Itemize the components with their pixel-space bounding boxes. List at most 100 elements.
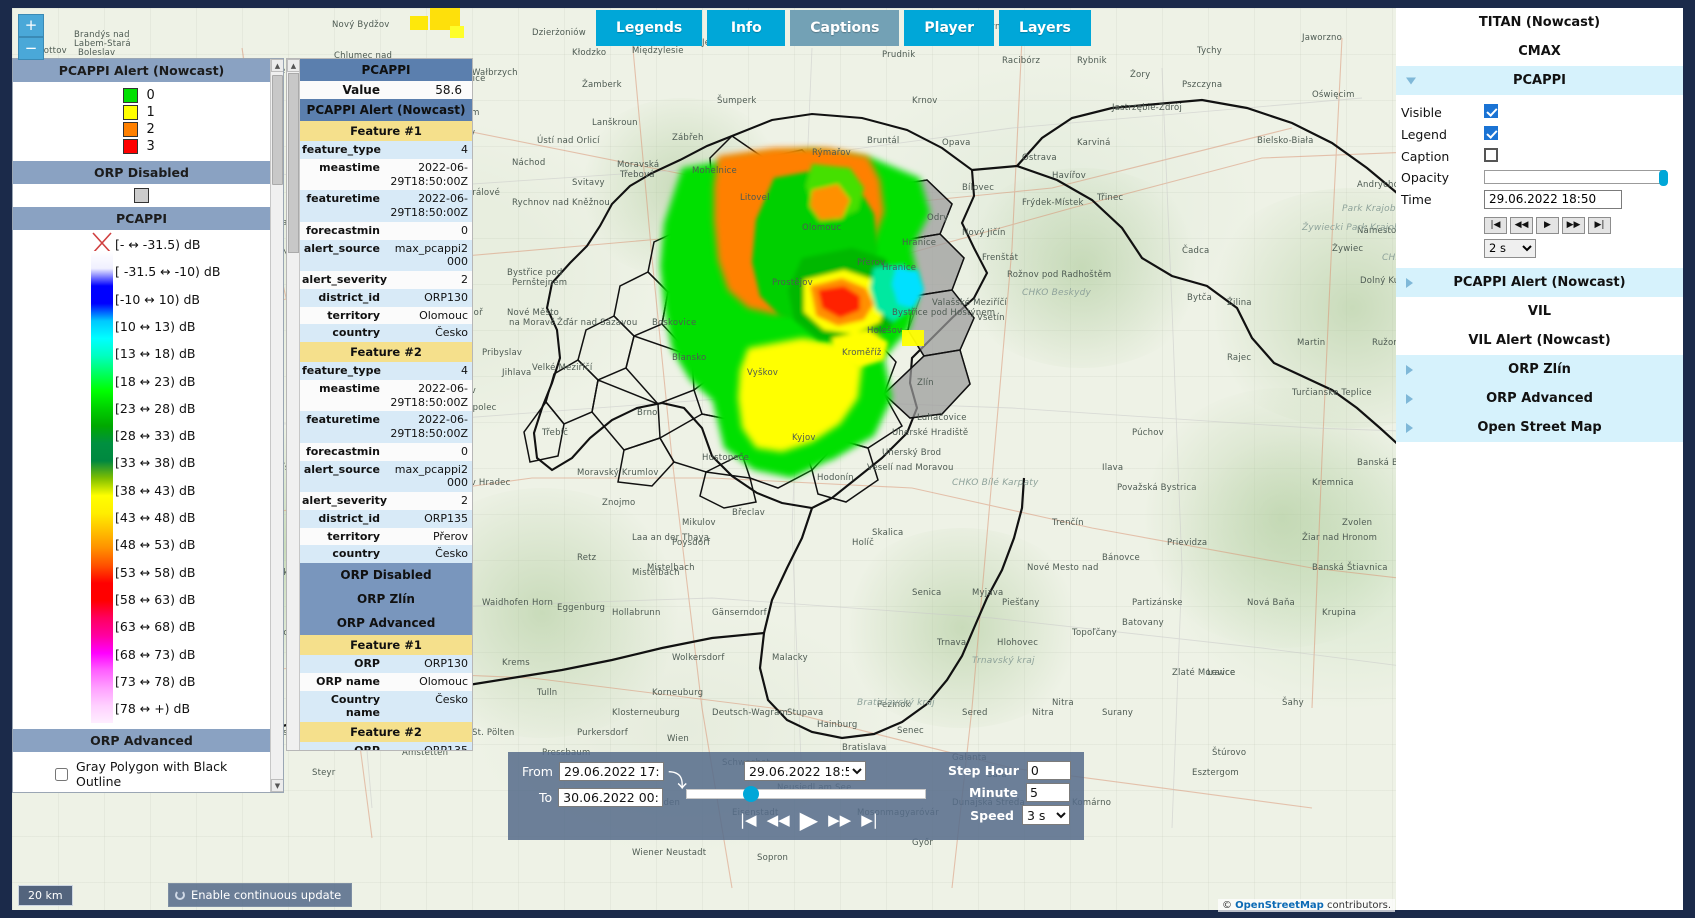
layer-item-cmax[interactable]: CMAX	[1396, 37, 1683, 66]
scrollbar-thumb[interactable]	[272, 75, 283, 185]
step-hour-input[interactable]	[1026, 761, 1071, 780]
caption-value: 4	[461, 143, 468, 156]
player-rewind-button[interactable]: ◀◀	[767, 812, 790, 828]
step-hour-group[interactable]: Step Hour	[948, 761, 1071, 780]
nav-button-layers[interactable]: Layers	[999, 10, 1091, 46]
player-bar[interactable]: From To ⤵ 29.06.2022 18:50 |◀◀◀▶▶▶▶| Ste…	[508, 752, 1084, 840]
chevron-right-icon[interactable]	[1406, 364, 1413, 375]
layer-transport-buttons[interactable]: |◀ ◀◀ ▶ ▶▶ ▶|	[1484, 214, 1677, 234]
openstreetmap-link[interactable]: OpenStreetMap	[1235, 900, 1324, 911]
layer-transport-first-button[interactable]: |◀	[1484, 216, 1507, 234]
layer-item-pcappi-alert-nowcast[interactable]: PCAPPI Alert (Nowcast)	[1396, 268, 1683, 297]
captions-panel[interactable]: ▲ PCAPPI Value 58.6 PCAPPI Alert (Nowcast) F…	[286, 58, 473, 751]
caption-checkbox[interactable]	[1484, 147, 1498, 162]
caption-value: Česko	[435, 547, 468, 561]
alert-swatch	[122, 88, 138, 103]
layers-panel[interactable]: TITAN (Nowcast) CMAX PCAPPI Visible Legend…	[1396, 8, 1683, 910]
legend-checkbox[interactable]	[1484, 125, 1498, 140]
captions-scrollbar[interactable]: ▲	[287, 59, 300, 750]
current-time-select[interactable]: 29.06.2022 18:50	[744, 761, 866, 781]
chevron-right-icon[interactable]	[1406, 277, 1413, 288]
caption-key: country	[332, 326, 380, 340]
legend-swatch-row: 0	[13, 87, 270, 104]
visible-label: Visible	[1401, 104, 1442, 120]
layer-time-input[interactable]	[1484, 189, 1622, 209]
time-slider[interactable]	[686, 786, 926, 802]
enable-continuous-update-button[interactable]: Enable continuous update	[168, 883, 353, 907]
legend-row[interactable]: Legend	[1396, 123, 1683, 145]
map-zoom-control[interactable]: + −	[18, 14, 44, 60]
visible-row[interactable]: Visible	[1396, 101, 1683, 123]
layer-item-open-street-map[interactable]: Open Street Map	[1396, 413, 1683, 442]
speed-group[interactable]: Speed 1 s2 s3 s5 s	[948, 805, 1070, 825]
player-speed-select[interactable]: 1 s2 s3 s5 s	[1022, 805, 1070, 825]
alert-swatch	[122, 122, 138, 137]
layer-transport-play-button[interactable]: ▶	[1536, 216, 1559, 234]
zoom-in-button[interactable]: +	[18, 14, 44, 37]
player-transport-buttons[interactable]: |◀ ◀◀ ▶ ▶▶ ▶|	[740, 808, 878, 832]
layer-item-titan-nowcast[interactable]: TITAN (Nowcast)	[1396, 8, 1683, 37]
captions-scrollbar-thumb[interactable]	[288, 73, 299, 253]
player-play-button[interactable]: ▶	[800, 808, 818, 832]
layer-transport-last-button[interactable]: ▶|	[1588, 216, 1611, 234]
opacity-row[interactable]: Opacity	[1396, 167, 1683, 187]
orp-advanced-checkbox-list[interactable]: Gray Polygon with Black Outline Gray Poly…	[13, 752, 270, 792]
nav-button-captions[interactable]: Captions	[790, 10, 900, 46]
captions-scroll-up-icon[interactable]: ▲	[287, 59, 300, 72]
top-navigation[interactable]: Legends Info Captions Player Layers	[596, 10, 1091, 46]
to-input[interactable]	[558, 788, 664, 807]
layer-speed-select[interactable]: 1 s2 s3 s5 s	[1484, 238, 1536, 258]
caption-value: 2022-06-29T18:50:00Z	[390, 192, 468, 219]
orp-advanced-checkbox-row[interactable]: Gray Polygon with Black Outline	[13, 791, 270, 792]
visible-checkbox[interactable]	[1484, 103, 1498, 118]
colorbar-label: [18 ↔ 23) dB	[115, 373, 196, 389]
caption-key: forecastmin	[305, 223, 380, 237]
minute-input[interactable]	[1026, 783, 1070, 802]
time-slider-knob[interactable]	[743, 786, 760, 802]
chevron-right-icon[interactable]	[1406, 393, 1413, 404]
nav-button-legends[interactable]: Legends	[596, 10, 703, 46]
scroll-down-icon[interactable]: ▼	[271, 779, 283, 792]
caption-value: max_pcappi2000	[394, 241, 468, 269]
layers-top-items[interactable]: TITAN (Nowcast) CMAX PCAPPI	[1396, 8, 1683, 95]
layer-item-orp-zl-n[interactable]: ORP Zlín	[1396, 355, 1683, 384]
layer-transport-row[interactable]: |◀ ◀◀ ▶ ▶▶ ▶|	[1396, 211, 1683, 236]
scroll-up-icon[interactable]: ▲	[271, 59, 283, 72]
to-field-group[interactable]: To	[539, 788, 664, 807]
opacity-slider[interactable]	[1484, 170, 1668, 186]
player-last-button[interactable]: ▶|	[861, 812, 878, 828]
layer-item-orp-advanced[interactable]: ORP Advanced	[1396, 384, 1683, 413]
caption-row[interactable]: Caption	[1396, 145, 1683, 167]
time-label: Time	[1401, 191, 1432, 207]
nav-button-info[interactable]: Info	[707, 10, 786, 46]
caption-key: featuretime	[306, 192, 380, 206]
orp-advanced-checkbox-row[interactable]: Gray Polygon with Black Outline	[13, 757, 270, 791]
opacity-slider-knob[interactable]	[1659, 170, 1668, 186]
time-row[interactable]: Time	[1396, 187, 1683, 211]
layer-transport-rewind-button[interactable]: ◀◀	[1510, 216, 1533, 234]
layer-item-vil[interactable]: VIL	[1396, 297, 1683, 326]
swap-range-icon[interactable]: ⤵	[668, 772, 687, 791]
layer-item-vil-alert-nowcast[interactable]: VIL Alert (Nowcast)	[1396, 326, 1683, 355]
caption-row: country Česko	[300, 324, 472, 342]
legends-panel[interactable]: PCAPPI Alert (Nowcast) 0 1 2 3 ORP Disabled…	[12, 58, 284, 793]
nav-button-player[interactable]: Player	[904, 10, 995, 46]
caption-key: meastime	[319, 381, 380, 395]
layer-speed-row[interactable]: 1 s2 s3 s5 s	[1396, 236, 1683, 260]
from-field-group[interactable]: From	[522, 762, 664, 781]
minute-group[interactable]: Minute	[948, 783, 1070, 802]
player-forward-button[interactable]: ▶▶	[828, 812, 851, 828]
player-first-button[interactable]: |◀	[740, 812, 757, 828]
zoom-out-button[interactable]: −	[18, 37, 44, 60]
chevron-right-icon[interactable]	[1406, 422, 1413, 433]
colorbar-label: [13 ↔ 18) dB	[115, 346, 196, 362]
pcappi-layer-controls[interactable]: Visible Legend Caption Opacity Time 29.0…	[1396, 95, 1683, 268]
layers-bottom-items[interactable]: PCAPPI Alert (Nowcast) VIL VIL Alert (Nowc…	[1396, 268, 1683, 442]
chevron-down-icon[interactable]	[1406, 77, 1416, 84]
layer-item-pcappi[interactable]: PCAPPI	[1396, 66, 1683, 95]
layer-transport-forward-button[interactable]: ▶▶	[1562, 216, 1585, 234]
orp-advanced-checkbox[interactable]	[55, 767, 68, 781]
legends-scrollbar[interactable]: ▲ ▼	[270, 59, 283, 792]
step-hour-label: Step Hour	[948, 763, 1019, 778]
from-input[interactable]	[558, 762, 664, 781]
